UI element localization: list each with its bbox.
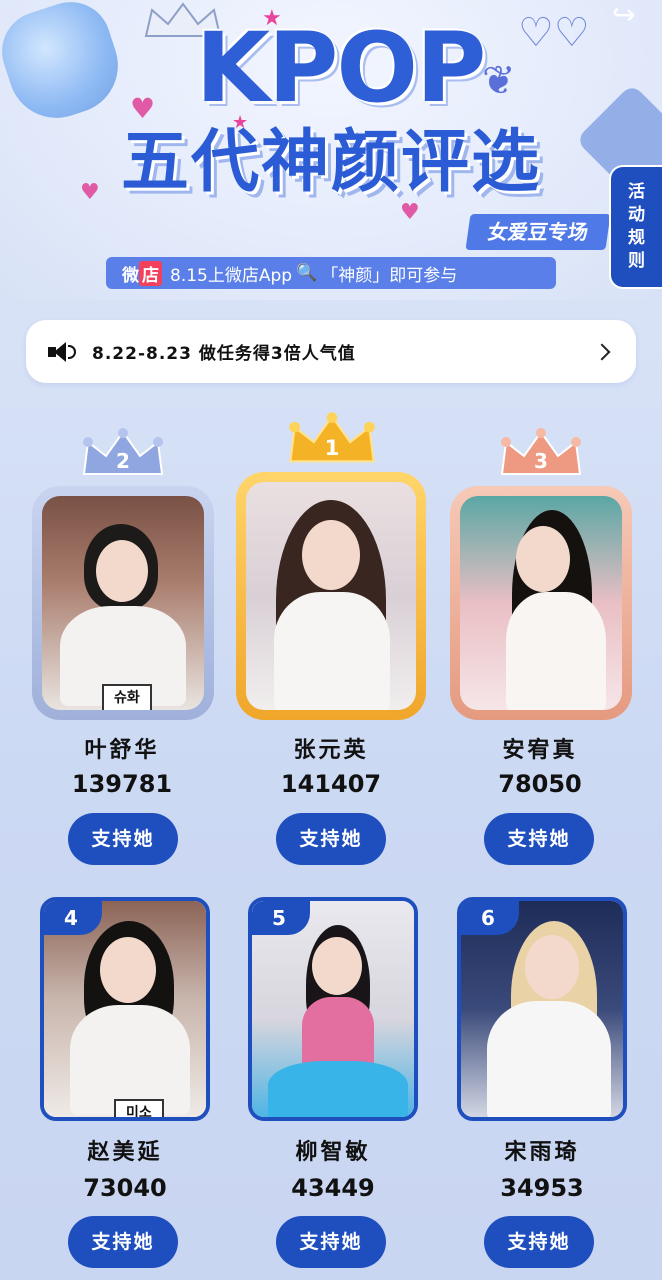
weidian-logo-text: 微	[122, 265, 139, 286]
rank-number: 2	[116, 449, 130, 473]
ranking-card-6[interactable]: 6	[457, 897, 627, 1121]
bronze-crown-icon: 3	[500, 428, 582, 475]
share-icon[interactable]: ↪	[604, 0, 644, 30]
rank-number: 3	[534, 449, 548, 473]
vote-count: 43449	[291, 1174, 375, 1202]
vote-count: 34953	[500, 1174, 584, 1202]
support-button[interactable]: 支持她	[484, 813, 594, 865]
support-button[interactable]: 支持她	[68, 813, 178, 865]
chevron-right-icon[interactable]	[593, 343, 611, 360]
rank-number: 1	[325, 436, 340, 461]
silver-crown-icon: 2	[82, 428, 164, 475]
podium-frame-2[interactable]: 슈화	[32, 486, 214, 720]
ranking-card-4[interactable]: 4 미소	[40, 897, 210, 1121]
support-button[interactable]: 支持她	[484, 1216, 594, 1268]
weidian-logo-badge: 店	[139, 260, 162, 286]
support-button[interactable]: 支持她	[276, 1216, 386, 1268]
event-title: 五代神颜评选	[120, 123, 541, 202]
star-icon: ★	[262, 6, 282, 31]
participation-info: 微 店 8.15上微店App 🔍 「神颜」即可参与	[106, 257, 556, 289]
participation-date: 8.15上微店App	[170, 265, 293, 286]
support-button[interactable]: 支持她	[68, 1216, 178, 1268]
notice-bar[interactable]: 8.22-8.23 做任务得3倍人气值	[26, 320, 636, 383]
event-subtitle: 女爱豆专场	[465, 214, 611, 250]
idol-name: 宋雨琦	[504, 1140, 580, 1165]
rank-badge: 5	[252, 901, 310, 935]
idol-photo: 슈화	[42, 496, 204, 710]
support-button[interactable]: 支持她	[276, 813, 386, 865]
rules-char: 则	[628, 251, 645, 271]
rules-char: 活	[628, 182, 645, 202]
vote-count: 141407	[280, 770, 382, 798]
idol-name: 叶舒华	[84, 738, 160, 763]
idol-photo	[246, 482, 416, 710]
podium-frame-3[interactable]	[450, 486, 632, 720]
idol-name: 赵美延	[87, 1140, 163, 1165]
idol-name: 张元英	[293, 738, 369, 763]
gold-crown-icon: 1	[289, 412, 375, 463]
vote-count: 78050	[498, 770, 582, 798]
ranking-card-5[interactable]: 5	[248, 897, 418, 1121]
search-keyword: 「神颜」即可参与	[321, 265, 458, 286]
vote-count: 73040	[83, 1174, 167, 1202]
nameplate: 슈화	[102, 684, 152, 710]
podium-frame-1[interactable]	[236, 472, 426, 720]
rank-badge: 4	[44, 901, 102, 935]
search-icon: 🔍	[296, 263, 318, 283]
idol-name: 柳智敏	[295, 1140, 371, 1165]
idol-photo	[460, 496, 622, 710]
gummy-bear-decoration	[0, 0, 131, 131]
rules-char: 动	[628, 205, 645, 225]
kpop-title: KPOP	[195, 12, 487, 124]
notice-text: 8.22-8.23 做任务得3倍人气值	[92, 344, 356, 364]
event-rules-tab[interactable]: 活 动 规 则	[609, 165, 662, 289]
rank-badge: 6	[461, 901, 519, 935]
vote-count: 139781	[71, 770, 173, 798]
hearts-decoration: ♡♡	[518, 10, 590, 56]
event-banner: ♡♡ ❦ KPOP ★ ★ ♥ ♥ ♥ 五代神颜评选 女爱豆专场 微 店 8.1…	[0, 0, 662, 300]
idol-name: 安宥真	[502, 738, 578, 763]
nameplate: 미소	[114, 1099, 164, 1117]
speaker-icon	[46, 340, 78, 364]
rules-char: 规	[628, 228, 645, 248]
